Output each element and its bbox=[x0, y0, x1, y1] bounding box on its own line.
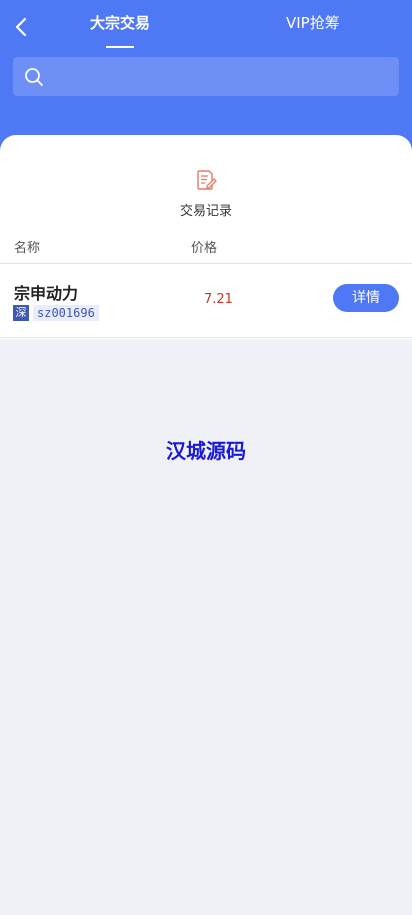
document-edit-icon bbox=[197, 170, 217, 190]
trade-record-button[interactable]: 交易记录 bbox=[160, 169, 252, 221]
watermark-text: 汉城源码 bbox=[166, 439, 246, 463]
column-header-price: 价格 bbox=[191, 241, 218, 256]
market-badge: 深 bbox=[13, 305, 29, 321]
table-row[interactable]: 宗申动力 深 sz001696 7.21 详情 bbox=[0, 264, 412, 338]
stock-name: 宗申动力 bbox=[14, 284, 79, 303]
trade-panel: 交易记录 名称 价格 宗申动力 深 sz001696 7.21 详情 bbox=[0, 135, 412, 339]
tab-bulk-trade[interactable]: 大宗交易 bbox=[90, 12, 150, 33]
tab-vip-grab[interactable]: VIP抢筹 bbox=[286, 12, 340, 33]
column-header-name: 名称 bbox=[14, 241, 41, 256]
stock-price: 7.21 bbox=[204, 292, 233, 307]
stock-code-badge: sz001696 bbox=[33, 305, 99, 321]
detail-button[interactable]: 详情 bbox=[333, 284, 399, 312]
search-input[interactable] bbox=[13, 57, 399, 96]
chevron-left-icon bbox=[15, 17, 27, 37]
trade-record-label: 交易记录 bbox=[179, 204, 232, 219]
active-tab-indicator bbox=[106, 46, 134, 48]
back-button[interactable] bbox=[10, 14, 32, 40]
search-icon bbox=[25, 68, 43, 86]
